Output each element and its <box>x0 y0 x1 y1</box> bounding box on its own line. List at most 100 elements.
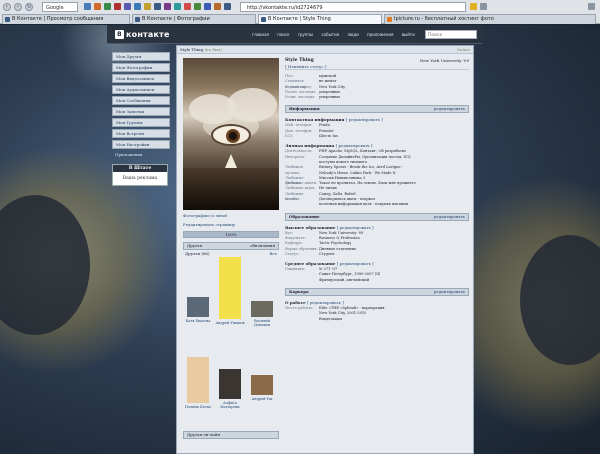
friends-grid: Катя Хвалова Андрей Ушаков Василий Демак… <box>183 257 279 427</box>
info-row-key <box>285 202 319 207</box>
sidebar-item-friends[interactable]: Мои Друзья <box>112 52 170 61</box>
career-section-header: Карьера редактировать <box>285 288 469 297</box>
nav-apps[interactable]: приложения <box>367 32 393 37</box>
info-row: Владельцам <box>285 317 469 322</box>
nav-search[interactable]: поиск <box>277 32 289 37</box>
profile-completion-bar: 100% <box>183 231 279 238</box>
sidebar-item-photos[interactable]: Мои Фотографии <box>112 63 170 72</box>
friend-photo <box>251 301 273 317</box>
nav-groups[interactable]: группы <box>298 32 313 37</box>
google-search-input[interactable]: Google <box>42 2 78 12</box>
friend-card[interactable]: Андрей Уш <box>247 375 277 401</box>
vk-logo[interactable]: Вконтакте <box>115 30 170 40</box>
avatar-art <box>211 124 251 146</box>
friend-card[interactable]: Алфиса Кохтарева <box>215 369 245 409</box>
sidebar-item-messages[interactable]: Мои Сообщения <box>112 96 170 105</box>
nav-events[interactable]: события <box>321 32 339 37</box>
sidebar-item-apps[interactable]: Приложения <box>112 151 170 160</box>
back-icon[interactable]: ‹ <box>3 3 11 11</box>
edit-page-link[interactable]: Редактировать страницу <box>183 222 279 228</box>
tab-strip: В Контакте | Просмотр сообщения В Контак… <box>0 13 600 24</box>
info-row-value: умеренные <box>319 95 341 100</box>
sidebar-item-settings[interactable]: Мои Настройки <box>112 140 170 149</box>
profile-page: Style Thing (не был) Online Фотографии с… <box>176 45 474 454</box>
toolbar-icon[interactable] <box>114 3 121 10</box>
tab-vk-photos[interactable]: В Контакте | Фотографии <box>132 14 256 24</box>
toolbar-icon[interactable] <box>124 3 131 10</box>
toolbar-icon[interactable] <box>164 3 171 10</box>
friend-photo <box>219 369 241 399</box>
higher-education-info: Вуз: New York University '09 Факультет: Bus… <box>285 231 469 257</box>
toolbar-icon[interactable] <box>174 3 181 10</box>
work-info: Место работы: Elite «THE «Splendi» - корп… <box>285 306 469 322</box>
page-viewport[interactable]: Вконтакте главная поиск группы события л… <box>0 25 600 454</box>
profile-avatar[interactable] <box>183 58 279 210</box>
reload-icon[interactable]: ↻ <box>25 3 33 11</box>
toolbar-icon[interactable] <box>94 3 101 10</box>
vk-favicon <box>261 17 266 22</box>
tab-vk-style-thing[interactable]: В Контакте | Style Thing <box>258 14 382 24</box>
personal-info: Деятельность: PHP, Apache, MySQL, Контакт… <box>285 149 469 207</box>
info-row-value: Владельцам <box>319 316 342 321</box>
site-header: Вконтакте главная поиск группы события л… <box>107 25 482 44</box>
photos-with-me-link[interactable]: Фотографии со мной <box>183 213 279 219</box>
bookmark-star-icon[interactable] <box>470 3 477 10</box>
ad-subtitle: Ваша реклама <box>122 176 158 181</box>
info-section-header: Информация редактировать <box>285 105 469 114</box>
change-status-link[interactable]: [ Изменить статус ] <box>285 64 469 70</box>
friends-header: Друзья обновления <box>183 242 279 250</box>
toolbar-icon[interactable] <box>104 3 111 10</box>
friend-photo <box>251 375 273 395</box>
info-row: ICQ: Шесть Ins <box>285 134 469 139</box>
nav-people[interactable]: люди <box>347 32 358 37</box>
forward-icon[interactable]: › <box>14 3 22 11</box>
info-row-key: Статус: <box>285 251 300 256</box>
info-row-value: полезная информация цель - покупка питан… <box>319 202 408 207</box>
middle-education-info: Гимназия: № 271 '07 Санкт-Петербург, 1990-… <box>285 267 469 283</box>
toolbar-icon[interactable] <box>184 3 191 10</box>
toolbar-icon[interactable] <box>224 3 231 10</box>
toolbar-icon[interactable] <box>204 3 211 10</box>
middle-education-heading: Среднее образование [ редактировать ] <box>285 261 374 267</box>
nav-logout[interactable]: выйти <box>402 32 415 37</box>
address-bar[interactable]: http://vkontakte.ru/id2724679 <box>240 2 466 12</box>
settings-icon[interactable] <box>588 3 595 10</box>
sidebar-item-groups[interactable]: Мои Группы <box>112 118 170 127</box>
info-row-key <box>285 317 319 322</box>
vk-favicon <box>135 17 140 22</box>
sidebar-item-notes[interactable]: Мои Заметки <box>112 107 170 116</box>
ad-block[interactable]: В Штате Ваша реклама <box>112 164 168 186</box>
friend-card[interactable]: Василий Демаков <box>247 301 277 327</box>
info-row-value: Шесть Ins <box>319 134 338 139</box>
work-heading: О работе [ редактировать ] <box>285 300 344 306</box>
toolbar-icon[interactable] <box>154 3 161 10</box>
friends-count-line: Друзья (86) Все <box>185 251 277 256</box>
nav-home[interactable]: главная <box>252 32 269 37</box>
toolbar-icon[interactable] <box>144 3 151 10</box>
personal-heading: Личная информация [ редактировать ] <box>285 143 373 149</box>
friend-card[interactable]: Андрей Ушаков <box>215 257 245 325</box>
toolbar-icon[interactable] <box>84 3 91 10</box>
info-row-value: Французский, английский <box>319 277 370 282</box>
ad-title: В Штате <box>113 165 167 172</box>
site-search-input[interactable]: Поиск <box>425 30 477 39</box>
higher-education-heading: Высшее образование [ редактировать ] <box>285 224 374 230</box>
info-row: Французский, английский <box>285 278 469 283</box>
friend-photo <box>187 297 209 317</box>
tab-ipicture[interactable]: Ipicture.ru - бесплатный хостинг фото <box>384 14 596 24</box>
sidebar-item-events[interactable]: Мои Встречи <box>112 129 170 138</box>
contacts-heading: Контактная информация [ редактировать ] <box>285 117 383 123</box>
friend-card[interactable]: Катя Хвалова <box>183 297 213 323</box>
menu-icon[interactable] <box>480 3 487 10</box>
sidebar-item-videos[interactable]: Мои Видеозаписи <box>112 74 170 83</box>
info-row-key: ICQ: <box>285 134 294 139</box>
tab-vk-message[interactable]: В Контакте | Просмотр сообщения <box>2 14 130 24</box>
toolbar-icon[interactable] <box>214 3 221 10</box>
friend-card[interactable]: Полина Котко <box>183 357 213 409</box>
info-row-value: Студент <box>319 251 335 256</box>
sidebar-item-audio[interactable]: Мои Аудиозаписи <box>112 85 170 94</box>
toolbar-icon[interactable] <box>134 3 141 10</box>
toolbar-icon[interactable] <box>194 3 201 10</box>
ipicture-favicon <box>387 17 392 22</box>
info-row: полезная информация цель - покупка питан… <box>285 202 469 207</box>
